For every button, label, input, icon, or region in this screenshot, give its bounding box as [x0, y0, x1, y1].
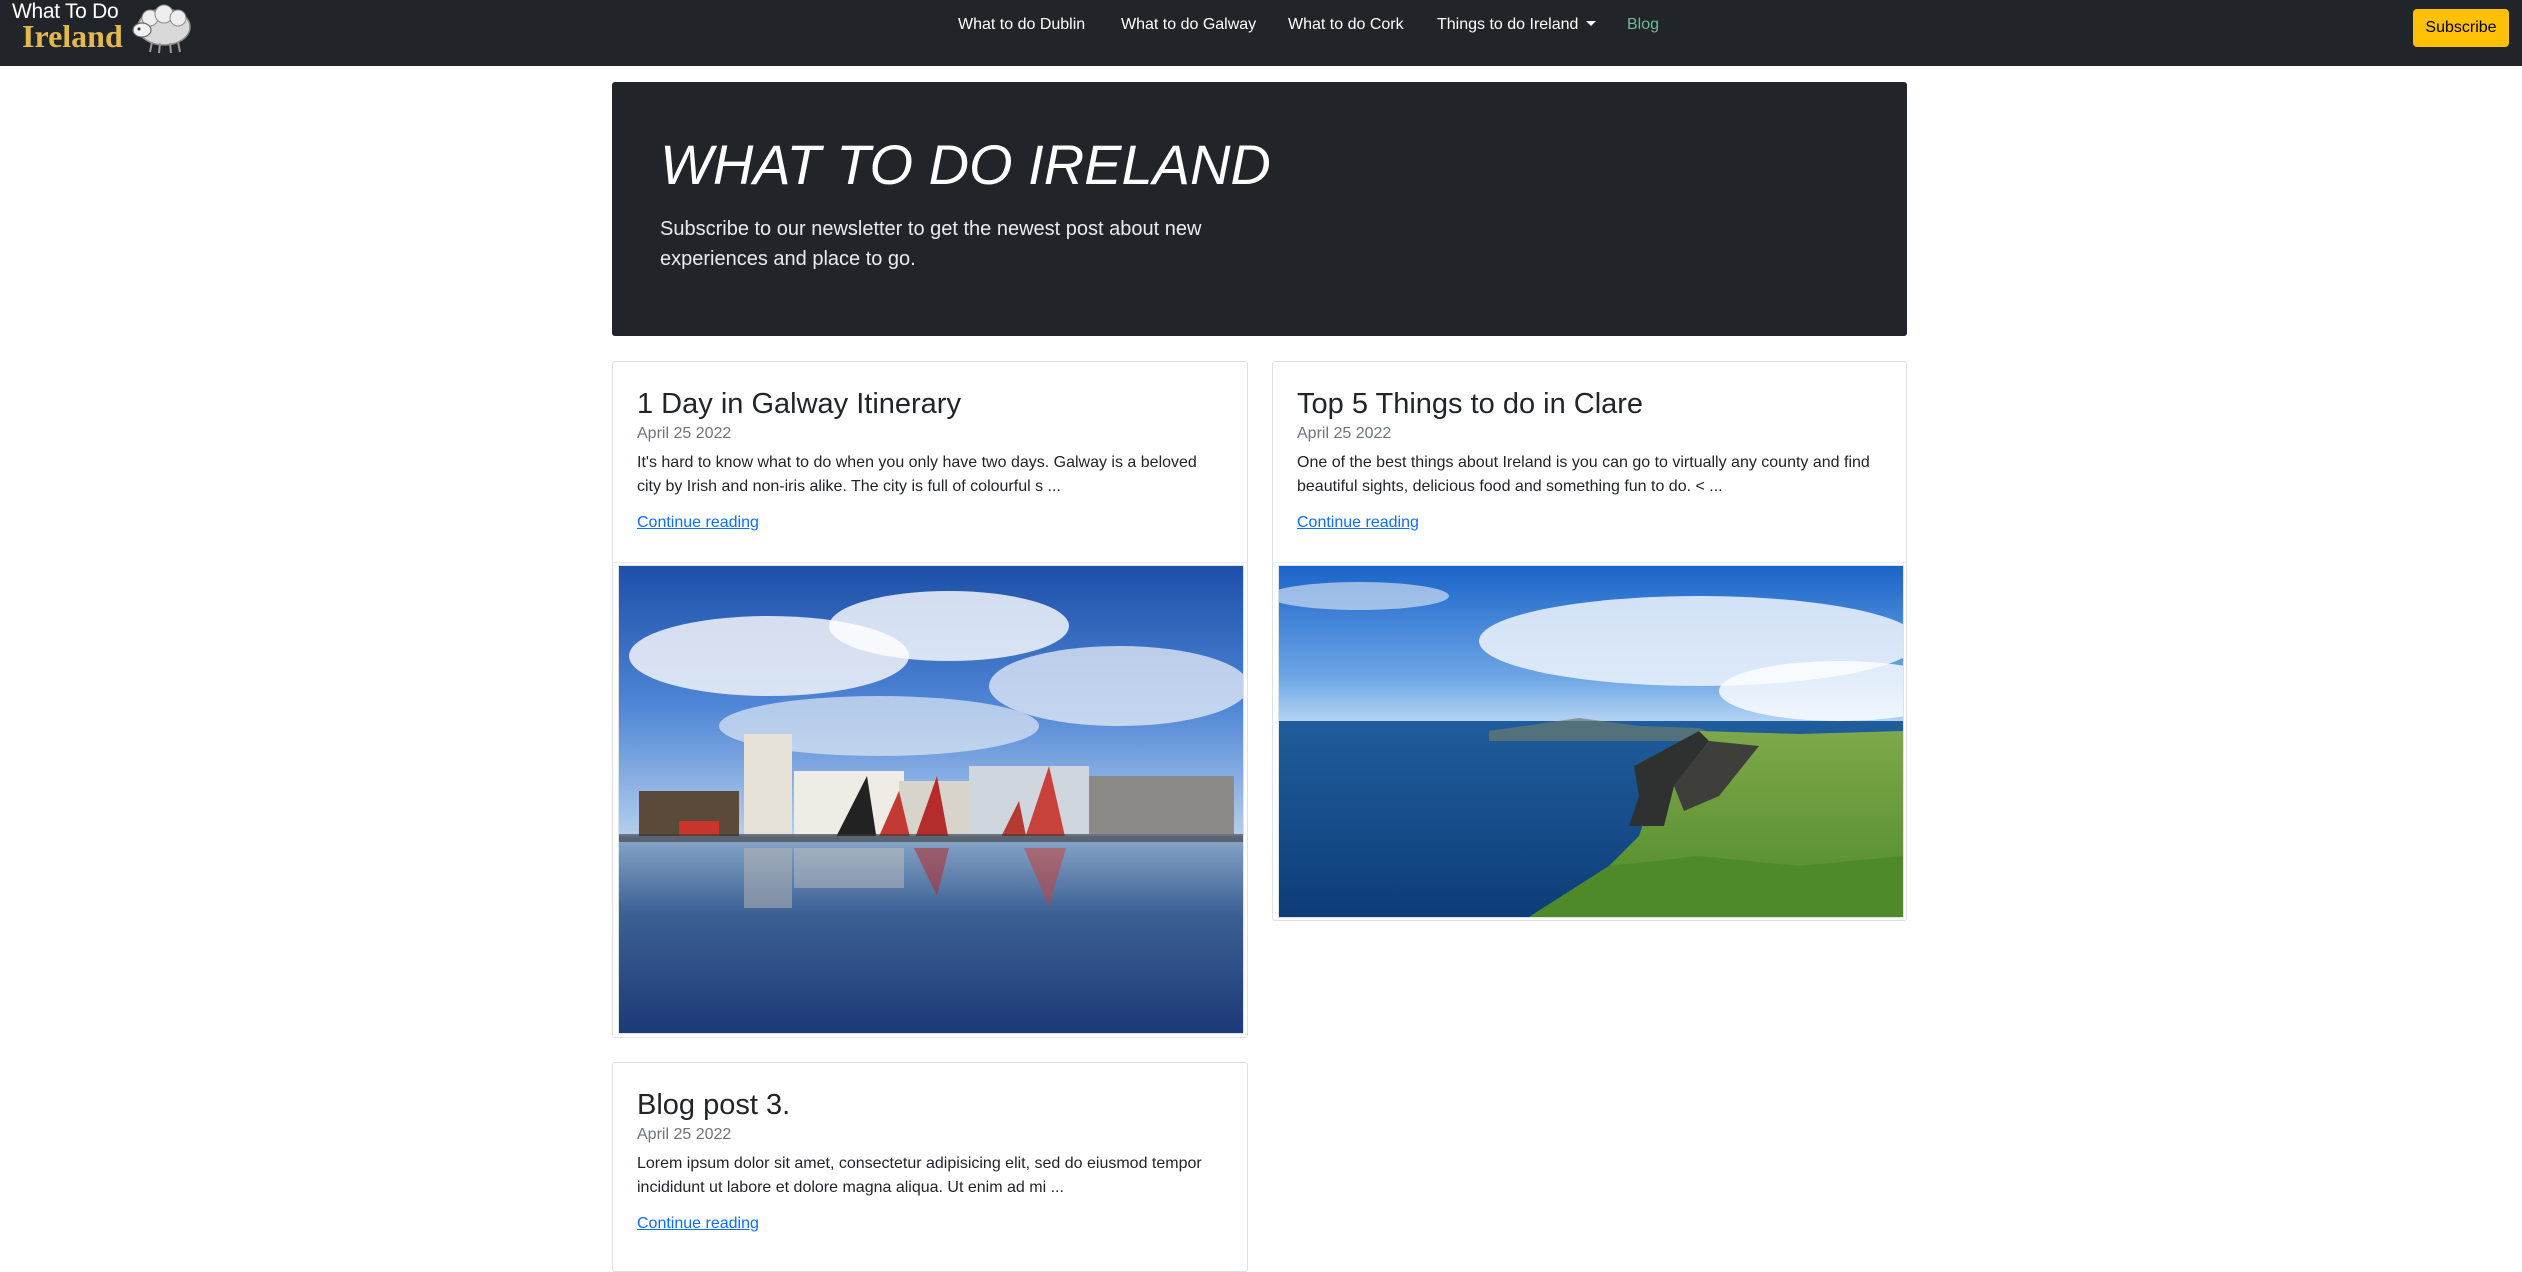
hero-subtitle: Subscribe to our newsletter to get the n… — [660, 218, 1202, 270]
galway-harbour-picture — [619, 566, 1243, 1033]
card-body: 1 Day in Galway Itinerary April 25 2022 … — [637, 386, 1223, 532]
continue-reading-link[interactable]: Continue reading — [637, 1215, 1223, 1233]
nav-link-galway[interactable]: What to do Galway — [1121, 16, 1256, 34]
cliffs-of-moher-image[interactable] — [1278, 565, 1904, 918]
card-title[interactable]: Top 5 Things to do in Clare — [1297, 386, 1882, 422]
card-divider — [613, 562, 1247, 563]
card-excerpt: One of the best things about Ireland is … — [1297, 454, 1870, 495]
card-excerpt: Lorem ipsum dolor sit amet, consectetur … — [637, 1155, 1202, 1196]
card-divider — [1273, 562, 1906, 563]
card-body: Top 5 Things to do in Clare April 25 202… — [1297, 386, 1882, 532]
blog-card: Top 5 Things to do in Clare April 25 202… — [1272, 361, 1907, 921]
top-navbar: What To Do Ireland What to do Dublin Wha… — [0, 0, 2522, 66]
continue-reading-link[interactable]: Continue reading — [637, 514, 1223, 532]
galway-harbour-image[interactable] — [618, 565, 1244, 1034]
nav-link-blog[interactable]: Blog — [1627, 16, 1659, 34]
continue-reading-link[interactable]: Continue reading — [1297, 514, 1882, 532]
hero-banner: WHAT TO DO IRELAND Subscribe to our news… — [612, 82, 1907, 336]
cliffs-picture — [1279, 566, 1903, 917]
card-date: April 25 2022 — [637, 425, 732, 442]
card-date: April 25 2022 — [637, 1126, 732, 1143]
card-title[interactable]: Blog post 3. — [637, 1087, 1223, 1123]
nav-links: What to do Dublin What to do Galway What… — [0, 0, 2522, 56]
card-excerpt: It's hard to know what to do when you on… — [637, 454, 1197, 495]
blog-card: Blog post 3. April 25 2022 Lorem ipsum d… — [612, 1062, 1248, 1272]
nav-link-cork[interactable]: What to do Cork — [1288, 16, 1404, 34]
nav-dropdown-things-to-do[interactable]: Things to do Ireland — [1437, 16, 1597, 34]
caret-down-icon — [1586, 21, 1597, 26]
nav-dropdown-label: Things to do Ireland — [1437, 16, 1579, 33]
blog-card: 1 Day in Galway Itinerary April 25 2022 … — [612, 361, 1248, 1038]
card-title[interactable]: 1 Day in Galway Itinerary — [637, 386, 1223, 422]
card-body: Blog post 3. April 25 2022 Lorem ipsum d… — [637, 1087, 1223, 1233]
card-date: April 25 2022 — [1297, 425, 1392, 442]
subscribe-button[interactable]: Subscribe — [2413, 9, 2509, 47]
nav-link-dublin[interactable]: What to do Dublin — [958, 16, 1085, 34]
hero-title: WHAT TO DO IRELAND — [660, 133, 1271, 196]
